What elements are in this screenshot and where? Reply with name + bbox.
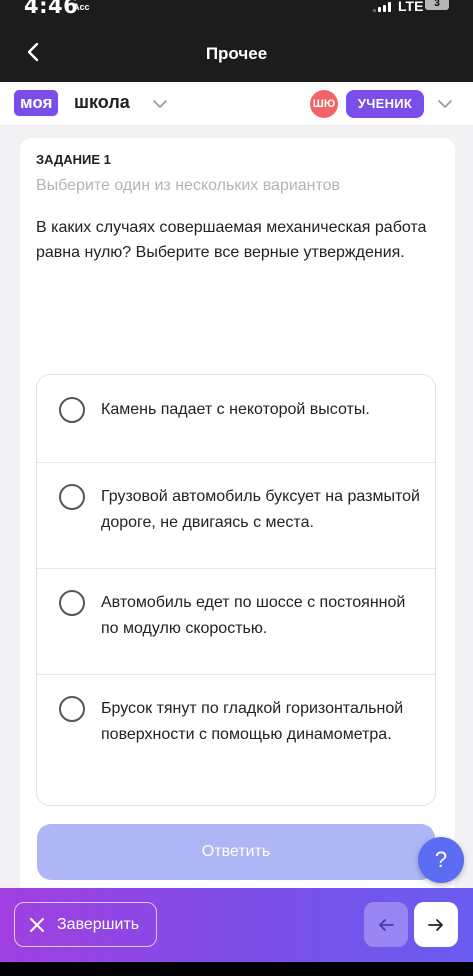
role-badge[interactable]: УЧЕНИК [346,90,424,118]
option-item[interactable]: Автомобиль едет по шоссе с постоянной по… [37,569,435,675]
option-text: Автомобиль едет по шоссе с постоянной по… [101,594,406,637]
option-item[interactable]: Грузовой автомобиль буксует на размытой … [37,463,435,569]
question-text: В каких случаях совершаемая механическая… [36,219,427,261]
task-label: ЗАДАНИЕ 1 [36,152,111,167]
home-indicator-area [0,962,473,976]
close-icon [30,918,44,932]
chevron-down-icon[interactable] [437,96,453,112]
bottom-bar: Завершить [0,888,473,962]
brand-bar: моя школа ШЮ УЧЕНИК [0,82,473,126]
finish-label: Завершить [57,916,140,933]
status-sub-label: Acc [73,2,90,12]
logo-shkola[interactable]: школа [74,92,130,113]
radio-button[interactable] [59,590,85,616]
app-header: Прочее [0,22,473,82]
option-item[interactable]: Брусок тянут по гладкой горизонтальной п… [37,675,435,805]
option-text: Камень падает с некоторой высоты. [101,401,370,418]
task-hint: Выберите один из нескольких вариантов [36,177,341,194]
status-time: 4:46 [24,0,79,18]
option-item[interactable]: Камень падает с некоторой высоты. [37,375,435,463]
answer-button[interactable]: Ответить [37,824,435,880]
help-button[interactable]: ? [418,837,464,883]
next-button[interactable] [414,902,458,947]
option-text: Брусок тянут по гладкой горизонтальной п… [101,700,404,743]
network-type: LTE [398,0,424,14]
options-list: Камень падает с некоторой высоты. Грузов… [36,374,436,806]
arrow-left-icon [379,919,394,931]
battery-icon: 3 [425,0,449,10]
finish-button[interactable]: Завершить [14,902,157,947]
radio-button[interactable] [59,397,85,423]
avatar[interactable]: ШЮ [310,90,338,118]
radio-button[interactable] [59,696,85,722]
previous-button[interactable] [364,902,408,947]
arrow-right-icon [428,919,443,931]
radio-button[interactable] [59,484,85,510]
signal-icon [373,2,395,12]
task-card: ЗАДАНИЕ 1 Выберите один из нескольких ва… [20,138,455,888]
content-area: ЗАДАНИЕ 1 Выберите один из нескольких ва… [0,126,473,888]
chevron-down-icon[interactable] [152,96,168,112]
page-title: Прочее [205,44,268,63]
logo-moya[interactable]: моя [14,90,59,116]
status-bar: 4:46 Acc LTE 3 [0,0,473,22]
option-text: Грузовой автомобиль буксует на размытой … [101,488,420,531]
